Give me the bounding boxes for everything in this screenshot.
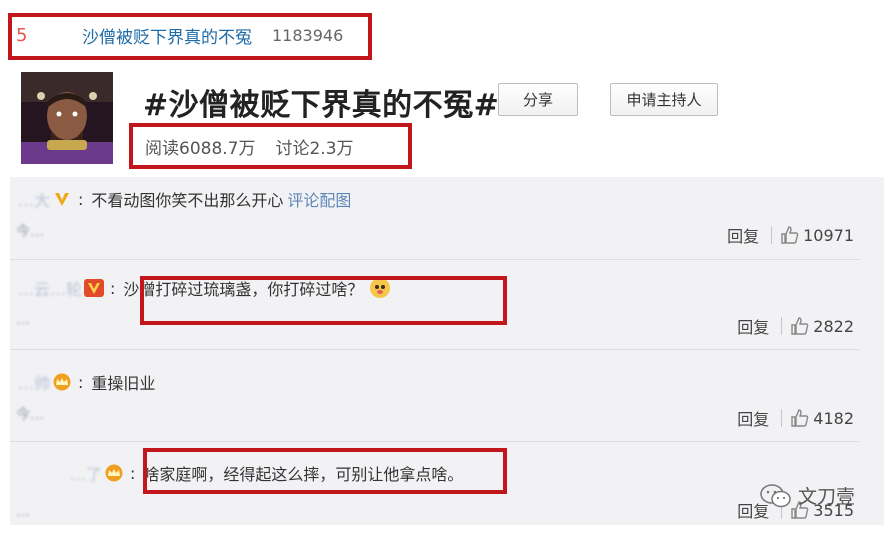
crown-badge-icon xyxy=(104,464,124,482)
highlight-box-comment-2 xyxy=(140,276,507,325)
separator xyxy=(10,441,860,442)
like-button[interactable]: 2822 xyxy=(790,316,854,336)
like-button[interactable]: 4182 xyxy=(790,408,854,428)
separator xyxy=(10,349,860,350)
divider xyxy=(771,226,773,244)
trending-count: 1183946 xyxy=(272,25,344,45)
like-count: 2822 xyxy=(813,316,854,336)
share-button[interactable]: 分享 xyxy=(498,83,578,116)
comment-username[interactable]: …大 xyxy=(18,187,50,211)
discussion-count: 讨论2.3万 xyxy=(275,139,354,159)
like-button[interactable]: 10971 xyxy=(780,225,854,245)
comment-text: 重操旧业 xyxy=(91,374,156,393)
apply-host-button[interactable]: 申请主持人 xyxy=(610,83,718,116)
crown-badge-icon xyxy=(52,373,72,391)
vip-badge-icon xyxy=(52,190,72,208)
comment-actions: 回复 2822 xyxy=(737,314,854,338)
comment-actions: 回复 4182 xyxy=(737,406,854,430)
highlight-box-comment-4 xyxy=(143,448,507,494)
comment-image-link[interactable]: 评论配图 xyxy=(287,187,351,211)
thumbs-up-icon xyxy=(781,226,799,244)
comment-text: 不看动图你笑不出那么开心 xyxy=(91,191,284,210)
topic-title: #沙僧被贬下界真的不冤# xyxy=(143,88,500,123)
read-count: 阅读6088.7万 xyxy=(145,139,256,159)
divider xyxy=(781,317,783,335)
comment-actions: 回复 10971 xyxy=(727,223,854,247)
comment-username[interactable]: …了 xyxy=(70,461,102,485)
like-count: 10971 xyxy=(803,225,854,245)
sha-seng-portrait-image xyxy=(21,72,113,164)
topic-stats: 阅读6088.7万 讨论2.3万 xyxy=(145,134,354,159)
vip-badge-icon xyxy=(84,279,105,297)
comment-time: 今… xyxy=(16,224,44,240)
wechat-icon xyxy=(760,483,791,507)
watermark: 文刀壹 xyxy=(760,482,855,509)
topic-avatar[interactable] xyxy=(21,72,113,164)
trending-row[interactable]: 5 沙僧被贬下界真的不冤 1183946 xyxy=(16,22,343,48)
comment-time: … xyxy=(16,504,30,520)
reply-button[interactable]: 回复 xyxy=(727,223,759,247)
thumbs-up-icon xyxy=(791,409,809,427)
comment-time: 今… xyxy=(16,407,44,423)
comment-username[interactable]: …云…轮 xyxy=(18,276,82,300)
comment-time: … xyxy=(16,312,30,328)
comment-username[interactable]: …帅 xyxy=(18,370,50,394)
like-count: 4182 xyxy=(813,408,854,428)
divider xyxy=(781,409,783,427)
trending-title-link[interactable]: 沙僧被贬下界真的不冤 xyxy=(82,23,252,48)
thumbs-up-icon xyxy=(791,317,809,335)
trending-rank: 5 xyxy=(16,24,28,46)
reply-button[interactable]: 回复 xyxy=(737,314,769,338)
watermark-text: 文刀壹 xyxy=(798,486,856,508)
reply-button[interactable]: 回复 xyxy=(737,406,769,430)
separator xyxy=(10,259,860,260)
